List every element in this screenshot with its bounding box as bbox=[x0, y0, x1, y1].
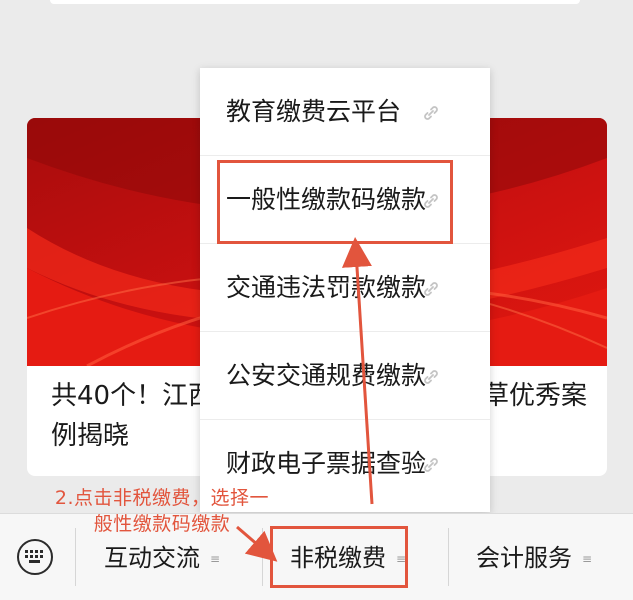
menu-divider bbox=[448, 528, 449, 586]
submenu-item-label: 公安交通规费缴款 bbox=[226, 361, 427, 390]
link-icon bbox=[424, 282, 438, 296]
submenu-item-police-traffic-fee[interactable]: 公安交通规费缴款 bbox=[200, 332, 490, 420]
submenu-item-label: 交通违法罚款缴款 bbox=[226, 273, 427, 302]
keyboard-icon[interactable] bbox=[17, 539, 53, 575]
tab-interaction[interactable]: 互动交流 ≡ bbox=[104, 540, 220, 576]
article-title-right: 草优秀案 bbox=[483, 381, 588, 411]
menu-lines-icon: ≡ bbox=[210, 552, 221, 566]
tab-label: 互动交流 bbox=[104, 544, 200, 572]
previous-card-edge bbox=[50, 0, 580, 4]
submenu-item-traffic-fine[interactable]: 交通违法罚款缴款 bbox=[200, 244, 490, 332]
link-icon bbox=[424, 106, 438, 120]
tab-label: 会计服务 bbox=[476, 544, 572, 572]
annotation-line1: 2.点击非税缴费，选择一 bbox=[54, 487, 270, 509]
instruction-annotation: 2.点击非税缴费，选择一 般性缴款码缴款 bbox=[12, 485, 312, 537]
tab-accounting-service[interactable]: 会计服务 ≡ bbox=[476, 540, 592, 576]
annotation-line2: 般性缴款码缴款 bbox=[93, 513, 231, 535]
submenu-item-label: 教育缴费云平台 bbox=[226, 97, 402, 126]
submenu-item-education-payment[interactable]: 教育缴费云平台 bbox=[200, 68, 490, 156]
highlight-general-payment bbox=[217, 160, 453, 244]
article-title-line2: 例揭晓 bbox=[51, 421, 130, 451]
submenu-item-label: 财政电子票据查验 bbox=[226, 449, 427, 478]
link-icon bbox=[424, 370, 438, 384]
article-title-left: 共40个！江西 bbox=[51, 381, 215, 411]
link-icon bbox=[424, 458, 438, 472]
menu-lines-icon: ≡ bbox=[582, 552, 593, 566]
nontax-submenu: 教育缴费云平台 一般性缴款码缴款 交通违法罚款缴款 公安交通规费缴款 财政电子票… bbox=[200, 68, 490, 512]
